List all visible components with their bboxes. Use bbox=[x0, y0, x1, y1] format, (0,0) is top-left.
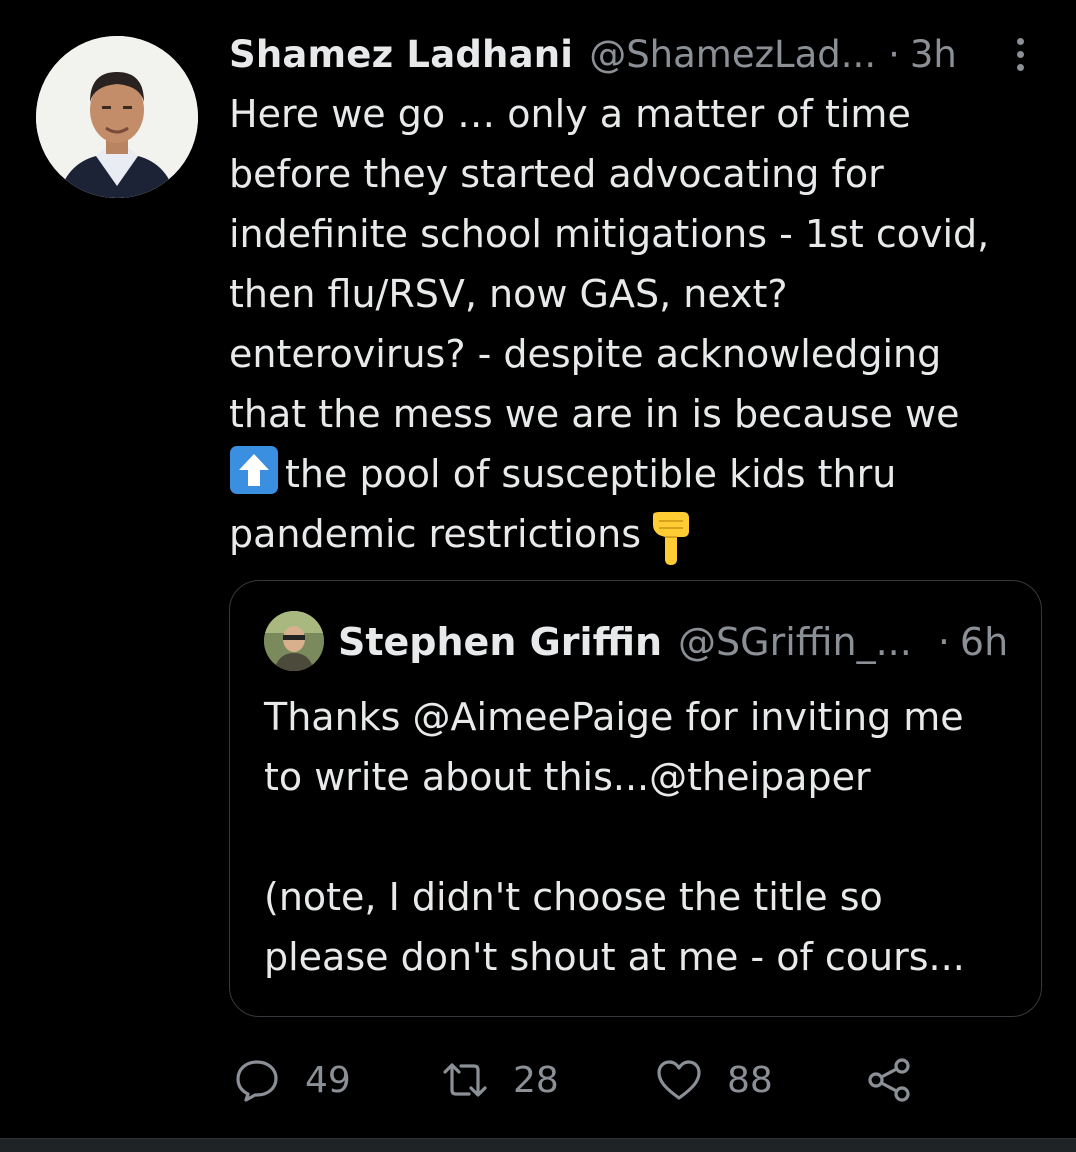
share-button[interactable] bbox=[865, 1052, 937, 1108]
quoted-author-avatar[interactable] bbox=[264, 611, 324, 671]
quoted-tweet-header: Stephen Griffin @SGriffin_... · 6h bbox=[338, 615, 1028, 669]
avatar-photo bbox=[36, 36, 198, 198]
quoted-tweet-time: 6h bbox=[959, 620, 1009, 664]
retweet-button[interactable]: 28 bbox=[441, 1052, 559, 1108]
heart-icon bbox=[657, 1060, 701, 1100]
like-count: 88 bbox=[727, 1059, 773, 1101]
author-avatar[interactable] bbox=[36, 36, 198, 198]
author-name[interactable]: Shamez Ladhani bbox=[229, 33, 573, 76]
quoted-author-name: Stephen Griffin bbox=[338, 620, 663, 664]
author-handle[interactable]: @ShamezLad... bbox=[589, 33, 876, 76]
share-icon bbox=[868, 1058, 910, 1102]
like-button[interactable]: 88 bbox=[655, 1052, 773, 1108]
reply-icon bbox=[236, 1060, 278, 1102]
retweet-count: 28 bbox=[513, 1059, 559, 1101]
tweet-actions: 49 28 88 bbox=[229, 1052, 1029, 1108]
tweet-text-part-2: the pool of susceptible kids thru pandem… bbox=[229, 452, 897, 556]
reply-button[interactable]: 49 bbox=[233, 1052, 351, 1108]
quoted-separator-dot: · bbox=[937, 620, 950, 664]
tweet-text-part-1: Here we go … only a matter of time befor… bbox=[229, 92, 990, 436]
more-vertical-icon[interactable] bbox=[1012, 34, 1028, 74]
quoted-tweet-text: Thanks @AimeePaige for inviting me to wr… bbox=[264, 695, 965, 979]
tweet[interactable]: Shamez Ladhani @ShamezLad... · 3h Here w… bbox=[0, 0, 1076, 1138]
quoted-author-handle: @SGriffin_... bbox=[678, 620, 912, 664]
tweet-time[interactable]: 3h bbox=[910, 33, 957, 76]
bottom-divider bbox=[0, 1138, 1076, 1152]
separator-dot: · bbox=[888, 32, 900, 76]
reply-count: 49 bbox=[305, 1059, 351, 1101]
retweet-icon bbox=[443, 1063, 487, 1097]
quoted-tweet-card[interactable]: Stephen Griffin @SGriffin_... · 6h Thank… bbox=[229, 580, 1042, 1017]
up-arrow-emoji-icon bbox=[229, 445, 279, 495]
tweet-header: Shamez Ladhani @ShamezLad... · 3h bbox=[229, 28, 1029, 80]
tweet-text: Here we go … only a matter of time befor… bbox=[229, 84, 1049, 567]
quoted-avatar-photo bbox=[264, 611, 324, 671]
pointing-down-emoji-icon bbox=[647, 511, 693, 567]
